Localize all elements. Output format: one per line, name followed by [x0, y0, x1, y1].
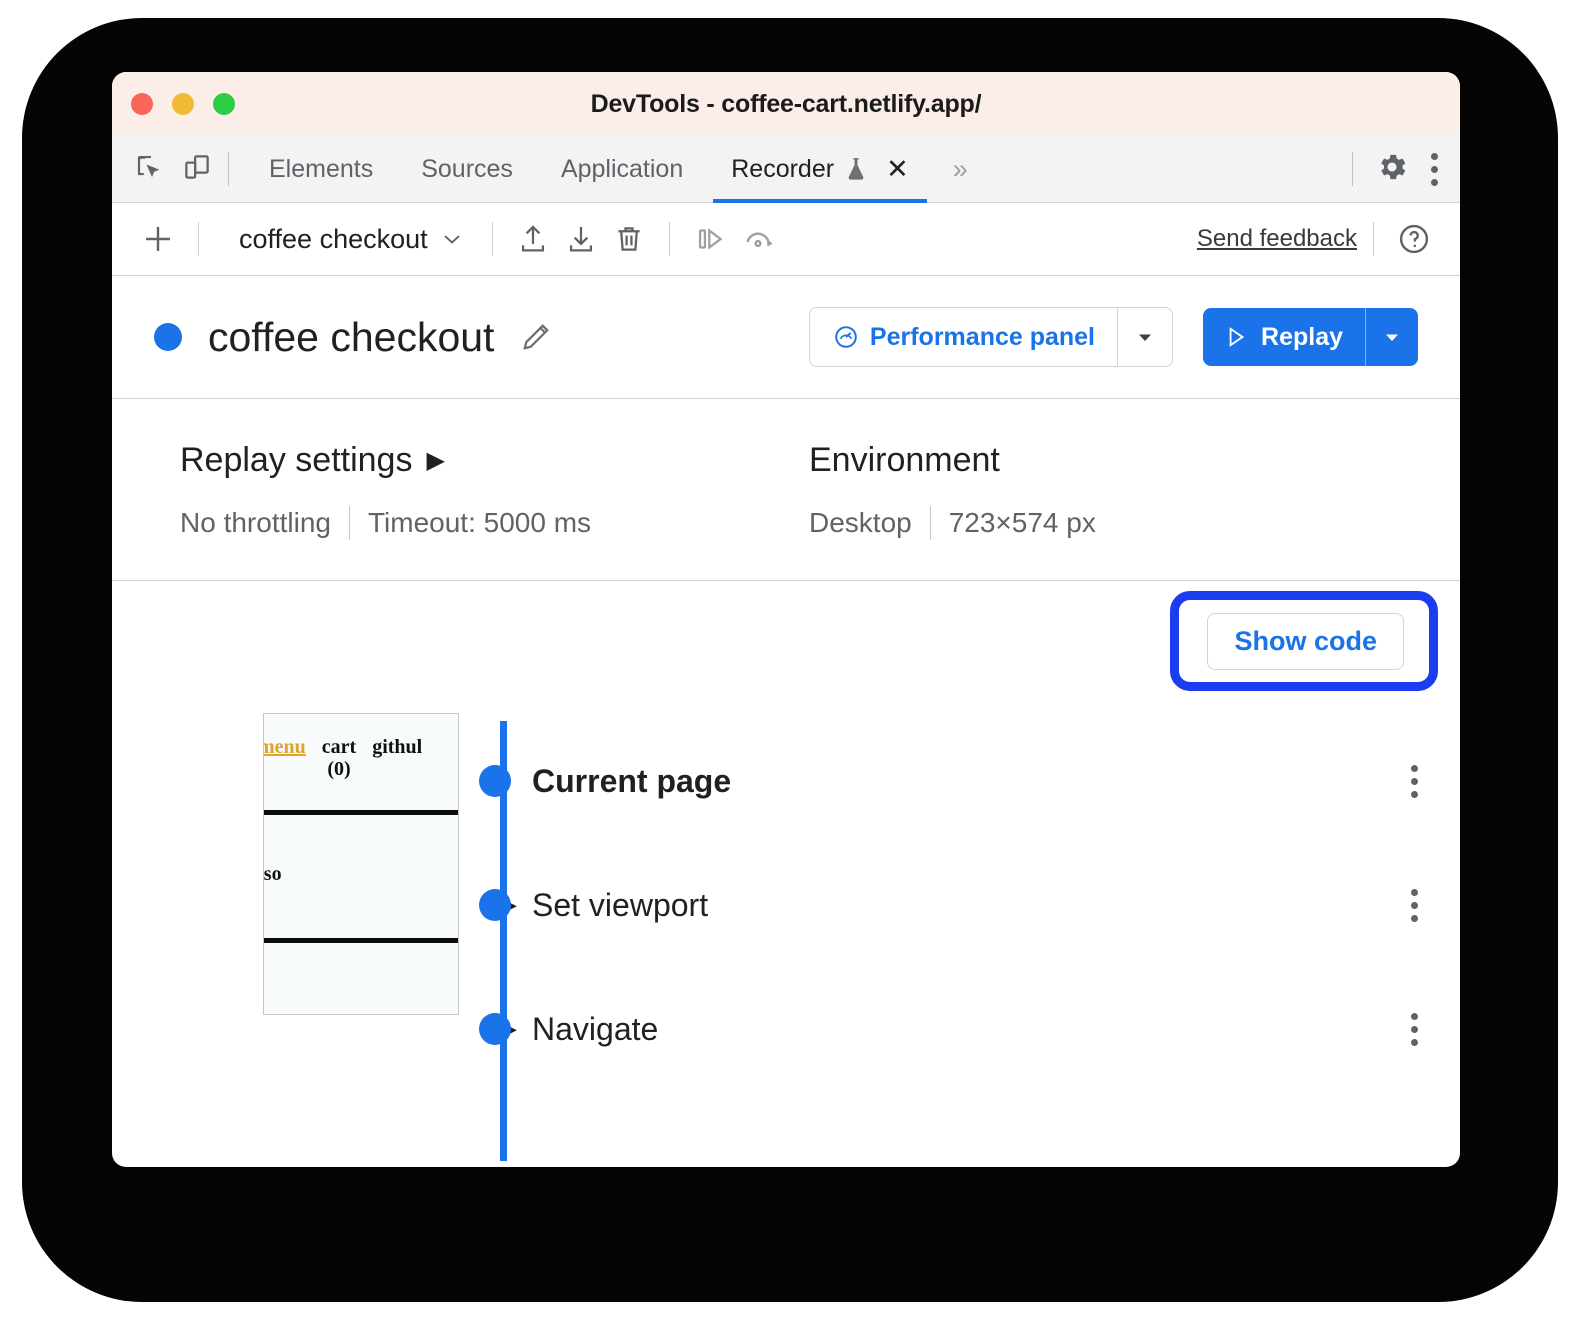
replay-settings-column: Replay settings ▶ No throttling Timeout:… [180, 441, 789, 540]
environment-label: Environment [809, 441, 1000, 480]
recording-title: coffee checkout [208, 314, 494, 361]
add-recording-icon[interactable] [134, 215, 182, 263]
replay-speed-icon[interactable] [734, 215, 782, 263]
close-icon[interactable]: ✕ [886, 156, 909, 183]
maximize-window-button[interactable] [213, 93, 235, 115]
tab-application-label: Application [561, 155, 683, 184]
chevron-down-icon[interactable] [428, 215, 476, 263]
settings-divider [349, 506, 350, 540]
tab-application[interactable]: Application [537, 136, 707, 202]
step-kebab-menu-icon[interactable] [1411, 765, 1418, 798]
tab-sources[interactable]: Sources [397, 136, 537, 202]
recording-header: coffee checkout Performance panel [112, 276, 1460, 399]
replay-button[interactable]: Replay [1203, 308, 1418, 366]
toolbar-divider-1 [198, 222, 199, 256]
performance-panel-main[interactable]: Performance panel [810, 308, 1117, 366]
play-icon [1223, 324, 1249, 350]
step-kebab-menu-icon[interactable] [1411, 1013, 1418, 1046]
window-title: DevTools - coffee-cart.netlify.app/ [112, 90, 1460, 119]
step-node-icon [479, 765, 511, 797]
recorder-toolbar: coffee checkout [112, 203, 1460, 276]
show-code-row: Show code [112, 581, 1460, 701]
replay-settings-section: Replay settings ▶ No throttling Timeout:… [112, 399, 1460, 581]
toolbar-divider-3 [669, 222, 670, 256]
step-label-set-viewport: Set viewport [532, 887, 708, 924]
traffic-lights [131, 93, 235, 115]
steps-list: menu cart (0) githul sso Current page ▶ [112, 701, 1460, 1091]
devtools-tabbar: Elements Sources Application Recorder ✕ … [112, 136, 1460, 203]
tabbar-divider [228, 152, 229, 186]
step-node-icon [479, 1013, 511, 1045]
environment-header: Environment [809, 441, 1418, 480]
minimize-window-button[interactable] [172, 93, 194, 115]
tabbar-left-icons [112, 136, 212, 202]
tabbar-right-icons [1352, 136, 1460, 202]
step-node-icon [479, 889, 511, 921]
device-toolbar-icon[interactable] [182, 152, 212, 187]
environment-column: Environment Desktop 723×574 px [789, 441, 1418, 540]
more-tabs-icon[interactable]: » [933, 136, 988, 202]
recording-header-actions: Performance panel Replay [809, 307, 1418, 367]
step-label-current-page: Current page [532, 763, 731, 800]
close-window-button[interactable] [131, 93, 153, 115]
step-label-navigate: Navigate [532, 1011, 658, 1048]
import-icon[interactable] [557, 215, 605, 263]
replay-settings-header[interactable]: Replay settings ▶ [180, 441, 789, 480]
performance-panel-label: Performance panel [870, 323, 1095, 352]
replay-settings-values: No throttling Timeout: 5000 ms [180, 506, 789, 540]
export-icon[interactable] [509, 215, 557, 263]
help-icon[interactable] [1390, 215, 1438, 263]
replay-caret-icon[interactable] [1365, 308, 1418, 366]
chevron-right-icon[interactable]: ▶ [426, 449, 444, 473]
toolbar-divider-2 [492, 222, 493, 256]
throttling-value: No throttling [180, 507, 331, 539]
tab-elements[interactable]: Elements [245, 136, 397, 202]
timeout-value: Timeout: 5000 ms [368, 507, 591, 539]
replay-button-label: Replay [1261, 323, 1343, 352]
tabbar-right-divider [1352, 152, 1353, 186]
step-current-page[interactable]: Current page [154, 719, 1418, 843]
show-code-button[interactable]: Show code [1207, 613, 1404, 670]
toolbar-divider-4 [1373, 222, 1374, 256]
tab-recorder[interactable]: Recorder ✕ [707, 136, 932, 202]
gear-icon[interactable] [1375, 150, 1409, 189]
send-feedback-link[interactable]: Send feedback [1197, 225, 1357, 253]
tab-elements-label: Elements [269, 155, 373, 184]
step-set-viewport[interactable]: ▶ Set viewport [154, 843, 1418, 967]
tab-sources-label: Sources [421, 155, 513, 184]
delete-icon[interactable] [605, 215, 653, 263]
environment-divider [930, 506, 931, 540]
performance-gauge-icon [832, 323, 860, 351]
pencil-icon[interactable] [518, 319, 554, 355]
recording-status-dot [154, 323, 182, 351]
step-over-icon[interactable] [686, 215, 734, 263]
tab-recorder-label: Recorder [731, 155, 834, 184]
performance-panel-button[interactable]: Performance panel [809, 307, 1173, 367]
flask-icon [845, 156, 867, 182]
environment-device: Desktop [809, 507, 912, 539]
replay-button-main[interactable]: Replay [1203, 308, 1365, 366]
kebab-menu-icon[interactable] [1431, 153, 1438, 186]
recording-selector-label[interactable]: coffee checkout [215, 224, 428, 255]
environment-values: Desktop 723×574 px [809, 506, 1418, 540]
devtools-window: DevTools - coffee-cart.netlify.app/ [112, 72, 1460, 1167]
window-titlebar: DevTools - coffee-cart.netlify.app/ [112, 72, 1460, 136]
inspect-element-icon[interactable] [134, 152, 164, 187]
replay-settings-label: Replay settings [180, 441, 412, 480]
environment-viewport: 723×574 px [949, 507, 1096, 539]
step-kebab-menu-icon[interactable] [1411, 889, 1418, 922]
performance-panel-caret-icon[interactable] [1117, 308, 1172, 366]
step-navigate[interactable]: ▶ Navigate [154, 967, 1418, 1091]
